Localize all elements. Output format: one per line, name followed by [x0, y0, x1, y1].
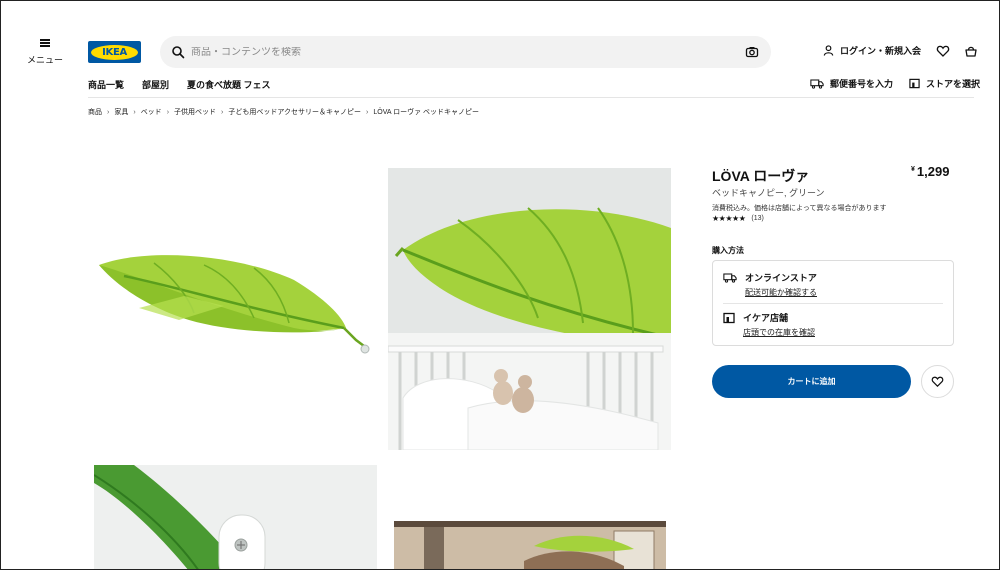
check-stock-link[interactable]: 店頭での在庫を確認 — [743, 327, 815, 338]
breadcrumb-item[interactable]: 商品 — [88, 107, 102, 117]
add-to-cart-button[interactable]: カートに追加 — [712, 365, 911, 398]
store-icon — [723, 312, 735, 324]
menu-button[interactable]: メニュー — [23, 39, 67, 66]
product-image-1[interactable] — [94, 168, 377, 450]
main-nav: 商品一覧 部屋別 夏の食べ放題 フェス — [88, 78, 271, 91]
breadcrumb-current: LÖVA ローヴァ ベッドキャノピー — [373, 109, 480, 116]
online-store-option: オンラインストア 配送可能か確認する — [723, 271, 817, 298]
room-scene-illustration — [394, 521, 666, 569]
star-rating-icon: ★★★★★ — [712, 214, 746, 223]
breadcrumb-item[interactable]: 子供用ベッド — [174, 107, 216, 117]
user-icon — [823, 45, 834, 56]
purchase-divider — [723, 303, 943, 304]
store-option: イケア店舗 店頭での在庫を確認 — [723, 311, 815, 338]
breadcrumb-item[interactable]: 子ども用ベッドアクセサリー＆キャノピー — [228, 107, 361, 117]
nav-item-rooms[interactable]: 部屋別 — [142, 78, 169, 91]
product-image-2[interactable] — [388, 168, 671, 450]
truck-icon — [723, 273, 737, 283]
crib-scene-illustration — [388, 168, 671, 450]
tax-note: 消費税込み。価格は店舗によって異なる場合があります — [712, 205, 887, 212]
product-title: LÖVA ローヴァ — [712, 168, 810, 184]
nav-item-products[interactable]: 商品一覧 — [88, 78, 124, 91]
chevron-right-icon: › — [166, 108, 170, 116]
store-icon — [909, 78, 920, 89]
store-select-label: ストアを選択 — [926, 79, 981, 89]
check-delivery-link[interactable]: 配送可能か確認する — [745, 287, 817, 298]
online-store-title: オンラインストア — [745, 273, 817, 283]
store-select-link[interactable]: ストアを選択 — [909, 77, 980, 90]
breadcrumb-item[interactable]: 家具 — [114, 107, 128, 117]
menu-label: メニュー — [26, 55, 63, 65]
chevron-right-icon: › — [107, 108, 110, 116]
store-title: イケア店舗 — [743, 313, 789, 323]
product-subtitle: ベッドキャノピー, グリーン — [712, 188, 825, 198]
heart-icon[interactable] — [936, 44, 950, 58]
purchase-options: オンラインストア 配送可能か確認する イケア店舗 店頭での在庫を確認 — [712, 260, 954, 346]
currency-symbol: ¥ — [911, 166, 915, 173]
mount-detail-illustration — [94, 465, 377, 569]
logo-oval: IKEA — [91, 44, 138, 60]
logo-text: IKEA — [102, 46, 127, 58]
breadcrumb: 商品 › 家具 › ベッド › 子供用ベッド › 子ども用ベッドアクセサリー＆キャノピー… — [88, 107, 479, 117]
chevron-right-icon: › — [366, 108, 369, 116]
price-value: 1,299 — [916, 164, 950, 179]
hamburger-icon — [40, 39, 50, 47]
favorite-button[interactable] — [921, 365, 954, 398]
purchase-title: 購入方法 — [712, 246, 744, 255]
product-image-3[interactable] — [94, 465, 377, 569]
leaf-canopy-illustration — [99, 255, 370, 354]
chevron-right-icon: › — [221, 108, 224, 116]
nav-item-summer-fest[interactable]: 夏の食べ放題 フェス — [187, 78, 271, 91]
heart-icon — [931, 376, 944, 387]
camera-icon[interactable] — [745, 45, 759, 59]
search-icon — [172, 46, 185, 59]
ikea-logo[interactable]: IKEA — [88, 41, 141, 63]
truck-icon — [810, 79, 824, 89]
rating[interactable]: ★★★★★ (13) — [712, 214, 764, 223]
product-image-4[interactable] — [394, 521, 666, 569]
page: メニュー IKEA ログイン・新規入会 商品一覧 — [0, 0, 1000, 570]
review-count: (13) — [751, 215, 764, 222]
cart-icon[interactable] — [964, 44, 978, 58]
breadcrumb-item[interactable]: ベッド — [141, 107, 162, 117]
login-link[interactable]: ログイン・新規入会 — [823, 44, 921, 57]
search-input[interactable] — [191, 46, 745, 58]
postal-code-label: 郵便番号を入力 — [830, 79, 894, 89]
search-bar[interactable] — [160, 36, 771, 68]
header-divider — [88, 97, 974, 98]
postal-code-link[interactable]: 郵便番号を入力 — [810, 77, 893, 90]
login-label: ログイン・新規入会 — [840, 46, 922, 56]
product-price: ¥ 1,299 — [911, 164, 949, 179]
chevron-right-icon: › — [133, 108, 136, 116]
